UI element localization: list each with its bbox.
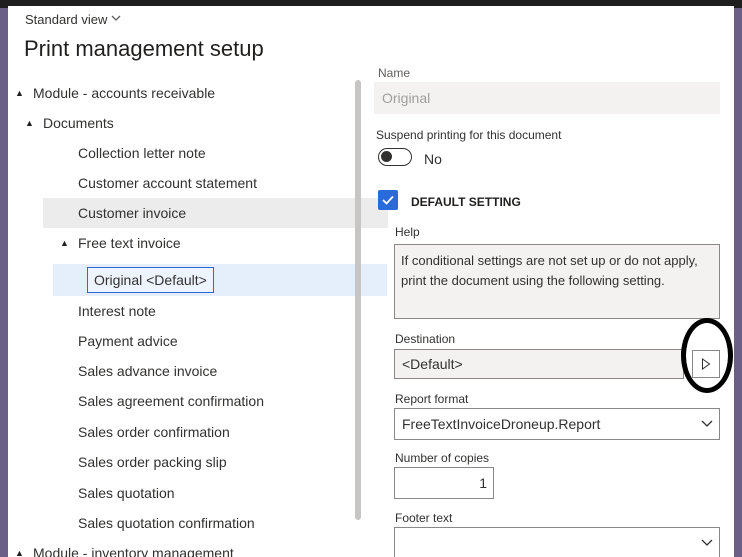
tree-documents[interactable]: ▲ Documents: [25, 108, 363, 138]
report-format-dropdown[interactable]: FreeTextInvoiceDroneup.Report: [394, 408, 720, 440]
tree-module-inventory-management[interactable]: ▲ Module - inventory management: [15, 538, 363, 557]
suspend-printing-toggle[interactable]: [378, 148, 412, 166]
details-pane: Name Original Suspend printing for this …: [374, 62, 733, 557]
print-management-window: Standard view Print management setup ▲ M…: [8, 6, 734, 557]
collapse-caret-icon[interactable]: ▲: [25, 118, 34, 128]
tree-scrollbar[interactable]: [355, 80, 361, 520]
tree-label: Documents: [43, 115, 114, 131]
copies-field[interactable]: 1: [394, 467, 494, 499]
destination-field: <Default>: [394, 349, 684, 379]
tree-item-sales-order-confirmation[interactable]: Sales order confirmation: [43, 417, 363, 447]
tree-item-customer-account-statement[interactable]: Customer account statement: [43, 168, 363, 198]
checkmark-icon: [382, 195, 394, 205]
default-setting-checkbox[interactable]: [378, 190, 398, 210]
chevron-down-icon: [111, 14, 121, 25]
collapse-caret-icon[interactable]: ▲: [15, 88, 24, 98]
tree-item-sales-quotation-confirmation[interactable]: Sales quotation confirmation: [43, 508, 363, 538]
destination-label: Destination: [395, 332, 456, 346]
tree-label: Free text invoice: [78, 235, 181, 251]
footer-text-label: Footer text: [395, 511, 453, 525]
tree-label: Payment advice: [78, 333, 178, 349]
report-format-value: FreeTextInvoiceDroneup.Report: [402, 416, 601, 432]
tree-item-sales-advance-invoice[interactable]: Sales advance invoice: [43, 356, 363, 386]
footer-text-dropdown[interactable]: [394, 527, 720, 557]
help-label: Help: [395, 225, 420, 239]
tree-item-collection-letter-note[interactable]: Collection letter note: [43, 138, 363, 168]
tree-label: Module - accounts receivable: [33, 85, 216, 101]
default-setting-title: DEFAULT SETTING: [411, 195, 521, 209]
tree-label: Sales order confirmation: [78, 424, 230, 440]
name-label: Name: [378, 66, 411, 80]
tree-item-sales-order-packing-slip[interactable]: Sales order packing slip: [43, 447, 363, 477]
tree-label: Sales order packing slip: [78, 454, 227, 470]
tree-item-customer-invoice[interactable]: Customer invoice: [43, 198, 388, 228]
tree-label: Sales agreement confirmation: [78, 393, 264, 409]
tree-label: Collection letter note: [78, 145, 206, 161]
chevron-down-icon: [701, 539, 713, 546]
tree-item-free-text-invoice[interactable]: ▲ Free text invoice: [60, 228, 363, 258]
tree-item-payment-advice[interactable]: Payment advice: [43, 326, 363, 356]
suspend-printing-label: Suspend printing for this document: [376, 128, 562, 142]
help-text-box: If conditional settings are not set up o…: [394, 244, 720, 319]
annotation-circle: [681, 318, 733, 393]
tree-label: Customer invoice: [78, 205, 187, 221]
tree-label: Sales quotation confirmation: [78, 515, 255, 531]
tree-item-original-default[interactable]: Original <Default>: [53, 264, 387, 296]
tree-label: Sales quotation: [78, 485, 175, 501]
document-tree: ▲ Module - accounts receivable ▲ Documen…: [8, 78, 388, 557]
page-title: Print management setup: [24, 36, 264, 61]
tree-label: Interest note: [78, 303, 156, 319]
name-field: Original: [374, 82, 720, 114]
tree-label: Customer account statement: [78, 175, 257, 191]
collapse-caret-icon[interactable]: ▲: [15, 548, 24, 557]
tree-label: Module - inventory management: [33, 545, 234, 557]
suspend-printing-value: No: [424, 151, 442, 167]
copies-label: Number of copies: [395, 451, 490, 465]
report-format-label: Report format: [395, 392, 469, 406]
toggle-knob: [381, 151, 392, 162]
tree-label: Sales advance invoice: [78, 363, 218, 379]
tree-item-interest-note[interactable]: Interest note: [43, 296, 363, 326]
standard-view-selector[interactable]: Standard view: [25, 12, 121, 27]
tree-label: Original <Default>: [87, 267, 214, 293]
tree-module-accounts-receivable[interactable]: ▲ Module - accounts receivable: [15, 78, 363, 108]
tree-item-sales-quotation[interactable]: Sales quotation: [43, 478, 363, 508]
chevron-down-icon: [701, 420, 713, 427]
standard-view-label: Standard view: [25, 12, 108, 27]
tree-item-sales-agreement-confirmation[interactable]: Sales agreement confirmation: [43, 386, 363, 416]
collapse-caret-icon[interactable]: ▲: [60, 238, 69, 248]
